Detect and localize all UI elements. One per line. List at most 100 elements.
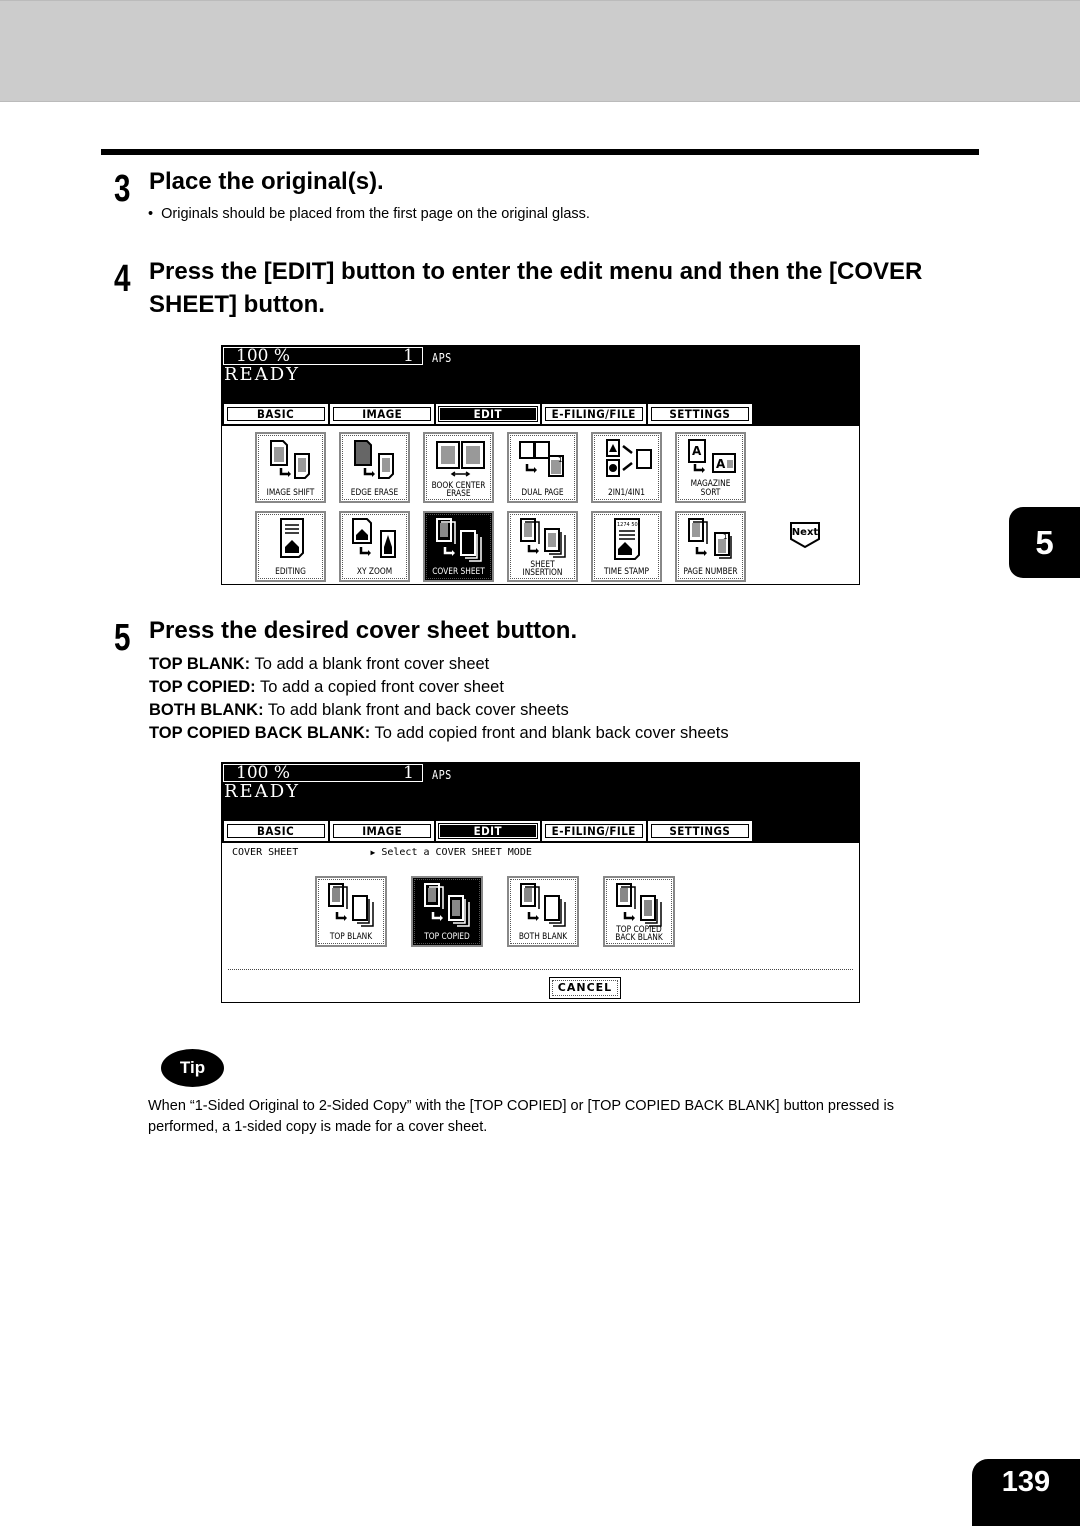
tab-label: BASIC bbox=[257, 824, 295, 838]
top-copied-button[interactable]: TOP COPIED bbox=[411, 876, 483, 947]
description-item: BOTH BLANK: To add blank front and back … bbox=[149, 699, 729, 722]
description-item: TOP BLANK: To add a blank front cover sh… bbox=[149, 653, 729, 676]
tab-image[interactable]: IMAGE bbox=[330, 821, 434, 841]
description-text: To add a blank front cover sheet bbox=[250, 655, 490, 673]
editing-button[interactable]: EDITING bbox=[255, 511, 326, 582]
svg-text:A: A bbox=[716, 457, 726, 471]
machine-status: READY bbox=[224, 364, 301, 385]
tab-e-filing-file[interactable]: E-FILING/FILE bbox=[542, 404, 646, 424]
image-shift-button[interactable]: IMAGE SHIFT bbox=[255, 432, 326, 503]
zoom-ratio-display: 100 % 1 bbox=[223, 347, 423, 365]
book-icon bbox=[436, 441, 485, 477]
description-term: BOTH BLANK: bbox=[149, 701, 264, 719]
menu-title: COVER SHEET bbox=[232, 847, 299, 858]
chapter-tab: 5 bbox=[1009, 507, 1080, 578]
tab-edit[interactable]: EDIT bbox=[436, 821, 540, 841]
button-label: TOP COPIED BACK BLANK bbox=[615, 925, 663, 943]
step-number: 3 bbox=[114, 168, 131, 210]
paper-mode: APS bbox=[432, 768, 452, 782]
tab-label: E-FILING/FILE bbox=[551, 407, 637, 421]
description-term: TOP COPIED: bbox=[149, 678, 256, 696]
edge-erase-button[interactable]: EDGE ERASE bbox=[339, 432, 410, 503]
tab-edit[interactable]: EDIT bbox=[436, 404, 540, 424]
tab-basic[interactable]: BASIC bbox=[224, 821, 328, 841]
section-rule bbox=[101, 149, 979, 155]
2in1-4in1-button[interactable]: 2IN1/4IN1 bbox=[591, 432, 662, 503]
top-blank-button[interactable]: TOP BLANK bbox=[315, 876, 387, 947]
tab-image[interactable]: IMAGE bbox=[330, 404, 434, 424]
button-label: IMAGE SHIFT bbox=[266, 488, 315, 498]
dual-page-button[interactable]: 1 DUAL PAGE bbox=[507, 432, 578, 503]
tab-label: E-FILING/FILE bbox=[551, 824, 637, 838]
both-blank-icon bbox=[520, 883, 566, 927]
button-label: MAGAZINE SORT bbox=[690, 479, 731, 498]
top-copied-back-blank-button[interactable]: TOP COPIED BACK BLANK bbox=[603, 876, 675, 947]
svg-text:A: A bbox=[692, 444, 702, 458]
tab-basic[interactable]: BASIC bbox=[224, 404, 328, 424]
tab-label: BASIC bbox=[257, 407, 295, 421]
description-text: To add a copied front cover sheet bbox=[255, 678, 504, 696]
button-label: EDITING bbox=[275, 567, 306, 577]
both-blank-button[interactable]: BOTH BLANK bbox=[507, 876, 579, 947]
cover-sheet-header: COVER SHEET ▶ Select a COVER SHEET MODE bbox=[232, 847, 532, 858]
description-text: To add blank front and back cover sheets bbox=[263, 701, 569, 719]
tip-text: When “1-Sided Original to 2-Sided Copy” … bbox=[148, 1098, 894, 1135]
button-label: XY ZOOM bbox=[356, 567, 393, 577]
button-label: EDGE ERASE bbox=[350, 488, 399, 498]
tab-settings[interactable]: SETTINGS bbox=[648, 821, 752, 841]
button-label: TIME STAMP bbox=[604, 567, 649, 577]
cancel-button[interactable]: CANCEL bbox=[549, 977, 621, 999]
tip-badge: Tip bbox=[161, 1049, 224, 1087]
panel-tabs: BASIC IMAGE EDIT E-FILING/FILE SETTINGS bbox=[224, 404, 752, 424]
description-item: TOP COPIED BACK BLANK: To add copied fro… bbox=[149, 722, 729, 745]
image-shift-icon bbox=[270, 440, 310, 479]
description-text: To add copied front and blank back cover… bbox=[370, 724, 729, 742]
svg-text:1274 50: 1274 50 bbox=[617, 522, 638, 528]
description-term: TOP COPIED BACK BLANK: bbox=[149, 724, 371, 742]
button-label: SHEET INSERTION bbox=[522, 560, 563, 578]
description-item: TOP COPIED: To add a copied front cover … bbox=[149, 676, 729, 699]
step-title: Place the original(s). bbox=[149, 168, 384, 195]
tab-e-filing-file[interactable]: E-FILING/FILE bbox=[542, 821, 646, 841]
xy-zoom-button[interactable]: XY ZOOM bbox=[339, 511, 410, 582]
button-label: COVER SHEET bbox=[432, 567, 485, 577]
zoom-value: 100 % bbox=[236, 346, 291, 366]
machine-status: READY bbox=[224, 781, 301, 802]
cover-sheet-mode-descriptions: TOP BLANK: To add a blank front cover sh… bbox=[149, 653, 729, 745]
sheet-insertion-button[interactable]: SHEET INSERTION bbox=[507, 511, 578, 582]
book-center-erase-button[interactable]: BOOK CENTER ERASE bbox=[423, 432, 494, 503]
next-label: Next bbox=[792, 527, 819, 538]
edit-functions-row-1: IMAGE SHIFT EDGE ERASE BOOK CENTER ERASE… bbox=[255, 432, 746, 503]
tab-settings[interactable]: SETTINGS bbox=[648, 404, 752, 424]
dual-page-icon: 1 bbox=[519, 441, 564, 477]
paper-mode: APS bbox=[432, 351, 452, 365]
button-label: DUAL PAGE bbox=[521, 488, 564, 498]
step-3-note: • Originals should be placed from the fi… bbox=[148, 206, 590, 222]
page-number-icon: 1 bbox=[688, 518, 732, 559]
page-number-button[interactable]: 1 PAGE NUMBER bbox=[675, 511, 746, 582]
sheet-insertion-icon bbox=[520, 518, 566, 558]
edit-functions-row-2: EDITING XY ZOOM COVER SHEET SHEET INSERT… bbox=[255, 511, 746, 582]
time-stamp-button[interactable]: 1274 50 TIME STAMP bbox=[591, 511, 662, 582]
step-number: 4 bbox=[114, 258, 131, 300]
menu-prompt: Select a COVER SHEET MODE bbox=[381, 847, 532, 858]
zoom-value: 100 % bbox=[236, 763, 291, 783]
description-term: TOP BLANK: bbox=[149, 655, 251, 673]
magazine-sort-icon: AA bbox=[688, 439, 736, 473]
next-page-button[interactable]: Next bbox=[789, 521, 821, 549]
cover-sheet-icon bbox=[436, 518, 482, 562]
magazine-sort-button[interactable]: AA MAGAZINE SORT bbox=[675, 432, 746, 503]
panel-tabs: BASIC IMAGE EDIT E-FILING/FILE SETTINGS bbox=[224, 821, 752, 841]
copy-quantity: 1 bbox=[403, 346, 414, 366]
header-band bbox=[0, 0, 1080, 102]
tab-label: IMAGE bbox=[362, 824, 402, 838]
cover-sheet-button[interactable]: COVER SHEET bbox=[423, 511, 494, 582]
svg-text:1: 1 bbox=[723, 533, 727, 541]
svg-text:1: 1 bbox=[558, 456, 562, 464]
copy-quantity: 1 bbox=[403, 763, 414, 783]
button-label: TOP COPIED bbox=[424, 932, 470, 942]
xy-zoom-icon bbox=[352, 518, 396, 558]
copier-panel-edit-menu: 100 % 1 APS READY BASIC IMAGE EDIT E-FIL… bbox=[221, 345, 860, 585]
top-copied-back-blank-icon bbox=[616, 883, 662, 927]
top-copied-icon bbox=[424, 883, 470, 927]
